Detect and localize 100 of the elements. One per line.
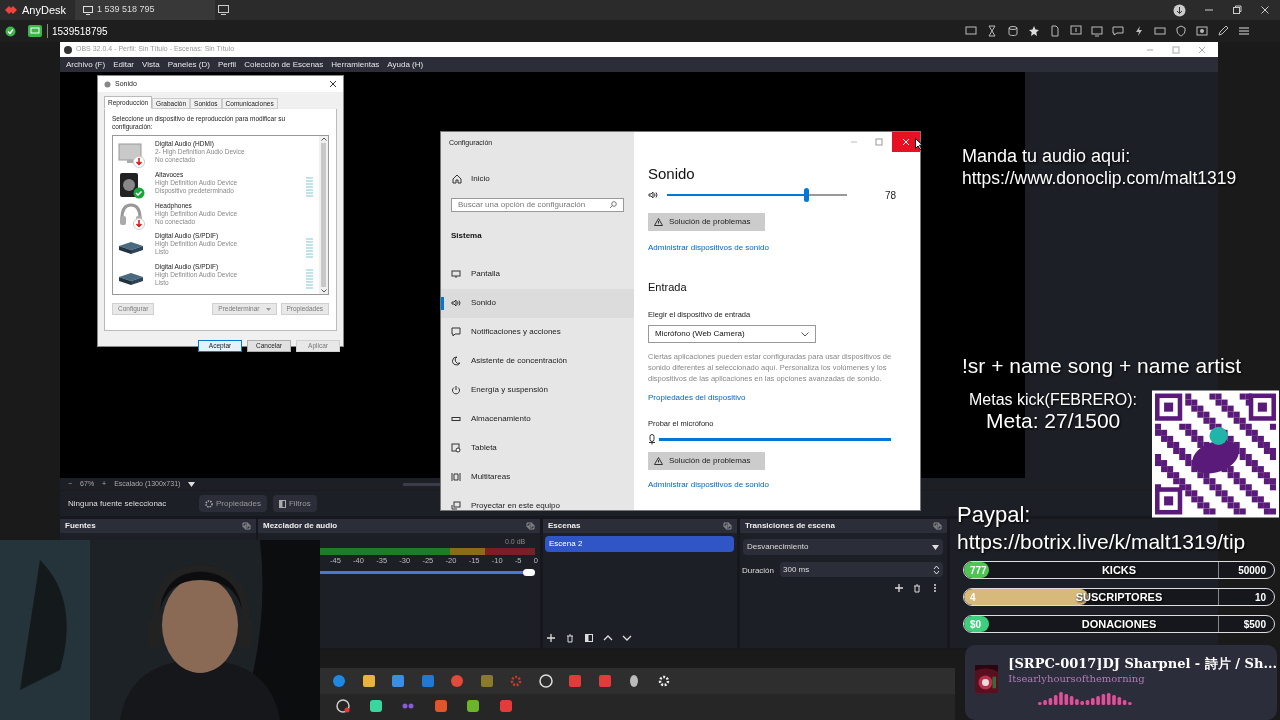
overlay-text: Manda tu audio aqui: <box>962 146 1131 167</box>
nav-item[interactable]: Asistente de concentración <box>441 346 634 376</box>
nav-item[interactable]: Pantalla <box>441 259 634 289</box>
menu-item[interactable]: Perfil <box>217 58 237 71</box>
goal-value: 4 <box>970 590 976 605</box>
speaker-icon <box>104 80 111 88</box>
obs-logo-icon <box>64 45 72 54</box>
overlay-text: Paypal: <box>957 502 1031 527</box>
search-field[interactable]: Buscar una opción de configuración <box>451 197 624 212</box>
home-link[interactable]: Inicio <box>452 172 634 185</box>
scene-item[interactable]: Escena 2 <box>545 536 734 552</box>
trash-icon[interactable] <box>912 583 922 593</box>
filters-button[interactable]: Filtros <box>272 495 317 512</box>
status-text: Ninguna fuente seleccionac <box>68 497 168 510</box>
device-dropdown[interactable]: Micrófono (Web Camera) <box>648 325 816 344</box>
file-icon[interactable] <box>1049 25 1061 37</box>
caret-icon <box>932 544 939 550</box>
caret-icon <box>188 481 196 487</box>
menu-item[interactable]: Editar <box>113 58 135 71</box>
monitor-icon[interactable] <box>1070 25 1082 37</box>
menu-icon[interactable] <box>1238 25 1250 37</box>
session-tab[interactable]: 1 539 518 795 <box>75 0 215 20</box>
add-icon[interactable] <box>546 633 556 643</box>
add-icon[interactable] <box>894 583 904 593</box>
home-icon <box>452 173 462 184</box>
menu-item[interactable]: Ayuda (H) <box>387 58 424 71</box>
app-name: AnyDesk <box>22 2 67 18</box>
screen-icon[interactable] <box>1091 25 1103 37</box>
nav-item[interactable]: Almacenamiento <box>441 404 634 434</box>
database-icon[interactable] <box>1007 25 1019 37</box>
link[interactable]: Propiedades del dispositivo <box>648 392 920 405</box>
nav-icon <box>451 356 461 366</box>
track-artist: Itsearlyhoursofthemorning <box>1008 672 1146 685</box>
filter-icon[interactable] <box>584 633 594 643</box>
scrollbar[interactable] <box>319 136 328 294</box>
link[interactable]: Administrar dispositivos de sonido <box>648 242 920 254</box>
app-icon[interactable] <box>466 699 480 713</box>
menu-item[interactable]: Archivo (F) <box>66 58 106 71</box>
slider-thumb[interactable] <box>804 188 810 202</box>
download-icon <box>1173 3 1186 17</box>
nav-item[interactable]: Notificaciones y acciones <box>441 317 634 347</box>
monitor-icon <box>28 25 42 37</box>
down-icon[interactable] <box>622 633 632 643</box>
level-meter-icon <box>306 238 313 261</box>
dock-title: Transiciones de escena <box>745 520 835 532</box>
undock-icon[interactable] <box>723 522 732 530</box>
page-heading: Sonido <box>648 165 696 183</box>
cursor-icon <box>915 138 923 150</box>
nav-item[interactable]: Energía y suspensión <box>441 375 634 405</box>
up-icon <box>320 137 327 141</box>
menu-item[interactable]: Paneles (D) <box>167 58 210 71</box>
level-meter-icon <box>306 176 313 199</box>
transition-dropdown[interactable]: Desvanecimiento <box>743 539 943 555</box>
trash-icon[interactable] <box>565 633 575 643</box>
up-icon[interactable] <box>603 633 613 643</box>
hourglass-icon[interactable] <box>986 25 998 37</box>
pen-icon[interactable] <box>1217 25 1229 37</box>
nav-icon <box>451 269 461 279</box>
undock-icon[interactable] <box>933 522 942 530</box>
menu-item[interactable]: Herramientas <box>331 58 380 71</box>
nav-icon <box>451 501 461 511</box>
record-icon[interactable] <box>1196 25 1208 37</box>
close-icon[interactable] <box>329 80 337 88</box>
restore-icon[interactable] <box>1232 5 1242 15</box>
nav-item[interactable]: Proyectar en este equipo <box>441 491 634 521</box>
gear-icon <box>205 499 213 508</box>
nav-item[interactable]: Tableta <box>441 433 634 463</box>
undock-icon[interactable] <box>242 522 251 530</box>
chat-icon[interactable] <box>1112 25 1124 37</box>
close-button[interactable] <box>892 132 920 152</box>
slider-thumb[interactable] <box>523 569 535 576</box>
app-icon[interactable] <box>627 674 641 688</box>
logo-icon <box>4 3 18 17</box>
menu-item[interactable]: Vista <box>142 58 160 71</box>
down-icon <box>320 289 327 293</box>
link[interactable]: Administrar dispositivos de sonido <box>648 478 920 491</box>
filter-icon <box>278 499 286 508</box>
nav-item[interactable]: Sonido <box>441 288 634 318</box>
lightning-icon[interactable] <box>1133 25 1145 37</box>
undock-icon[interactable] <box>526 522 535 530</box>
menu-item[interactable]: Colección de Escenas <box>244 58 324 71</box>
duration-field[interactable]: 300 ms <box>780 562 943 577</box>
track-title: [SRPC-0017]DJ Sharpnel - 詩片 / Sh... <box>1008 655 1277 672</box>
shield-icon[interactable] <box>1175 25 1187 37</box>
duration-label: Duración <box>742 565 774 577</box>
star-icon[interactable] <box>1028 25 1040 37</box>
warning-icon <box>654 456 663 465</box>
volume-slider[interactable] <box>664 188 850 202</box>
properties-button[interactable]: Propiedades <box>199 495 267 512</box>
speaker-icon <box>648 190 658 200</box>
app-icon[interactable] <box>656 674 671 688</box>
overlay-text: Metas kick(FEBRERO): <box>969 390 1137 409</box>
dock-title: Mezclador de audio <box>263 520 338 532</box>
troubleshoot-button[interactable]: Solución de problemas <box>648 451 765 470</box>
monitor-icon <box>83 5 93 15</box>
goal-target: 50000 <box>1238 563 1266 578</box>
nav-icon <box>451 298 461 308</box>
troubleshoot-button[interactable]: Solución de problemas <box>648 213 765 231</box>
nav-item[interactable]: Multitareas <box>441 462 634 492</box>
screen-icon[interactable] <box>965 25 977 37</box>
